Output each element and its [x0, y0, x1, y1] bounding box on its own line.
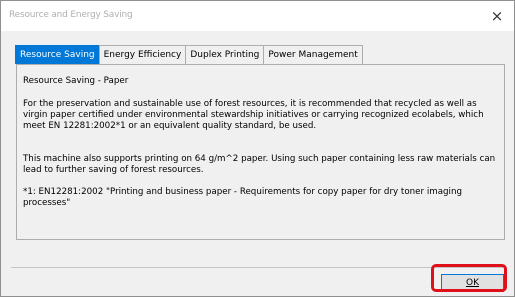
dialog-window: Resource and Energy Saving × Resource Sa…	[0, 0, 515, 297]
tab-power-management[interactable]: Power Management	[263, 45, 363, 64]
ok-button[interactable]: OK	[441, 274, 504, 292]
paragraph-64gsm: This machine also supports printing on 6…	[23, 154, 496, 175]
window-title: Resource and Energy Saving	[9, 10, 133, 20]
tab-panel: Resource Saving - Paper For the preserva…	[16, 64, 505, 240]
tab-duplex-printing[interactable]: Duplex Printing	[185, 45, 265, 64]
tab-resource-saving[interactable]: Resource Saving	[15, 45, 100, 64]
tab-energy-efficiency[interactable]: Energy Efficiency	[98, 45, 187, 64]
close-button[interactable]: ×	[486, 6, 508, 26]
paragraph-recommendation: For the preservation and sustainable use…	[23, 99, 484, 131]
tab-bar: Resource Saving Energy Efficiency Duplex…	[15, 45, 363, 64]
section-heading: Resource Saving - Paper	[23, 76, 129, 86]
footnote-text: *1: EN12281:2002 "Printing and business …	[23, 187, 462, 208]
title-bar: Resource and Energy Saving ×	[1, 1, 514, 31]
ok-button-label: OK	[466, 278, 479, 288]
divider	[11, 267, 504, 268]
